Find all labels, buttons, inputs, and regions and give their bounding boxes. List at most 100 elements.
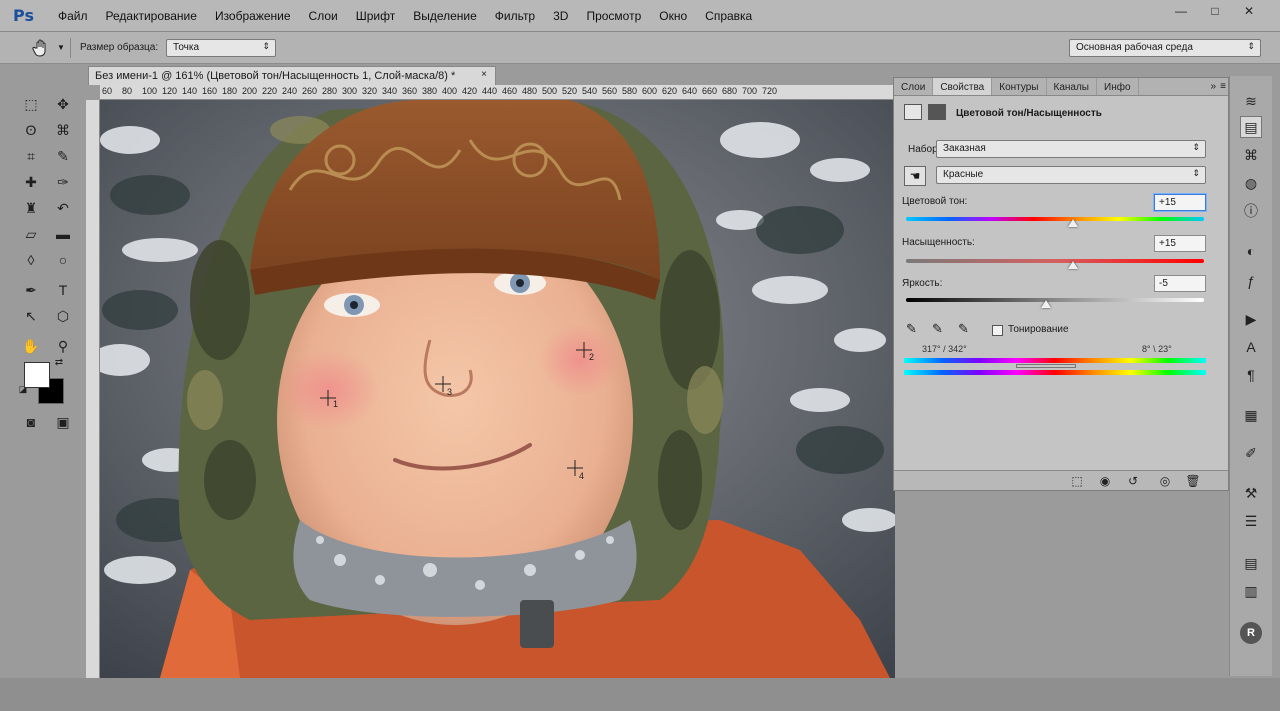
path-select-icon[interactable]: ↖ <box>18 305 44 327</box>
quick-mask-icon[interactable]: ◙ <box>18 411 44 433</box>
ruler-tick: 100 <box>142 86 158 96</box>
eyedropper-plus-icon[interactable]: ✎ <box>932 321 948 337</box>
tool-preset-caret-icon[interactable]: ▼ <box>57 43 65 52</box>
menu-image[interactable]: Изображение <box>215 9 291 23</box>
properties-icon[interactable]: ▤ <box>1240 116 1262 138</box>
tab-layers[interactable]: Слои <box>894 78 934 95</box>
trash-icon[interactable]: 🗑 <box>1184 473 1202 489</box>
brush-presets-icon[interactable]: ✐ <box>1240 442 1262 464</box>
divider <box>70 38 71 58</box>
maximize-button[interactable]: □ <box>1200 2 1230 20</box>
pen-tool-icon[interactable]: ✒ <box>18 279 44 301</box>
colorize-checkbox[interactable] <box>992 325 1003 336</box>
preset-select[interactable]: Заказная ⇕ <box>936 140 1206 158</box>
clip-to-layer-icon[interactable]: ⬚ <box>1068 473 1086 489</box>
clone-stamp-icon[interactable]: ♜ <box>18 197 44 219</box>
document-tab[interactable]: Без имени-1 @ 161% (Цветовой тон/Насыщен… <box>88 66 496 85</box>
marquee-tool-icon[interactable]: ⬚ <box>18 93 44 115</box>
history-brush-icon[interactable]: ↶ <box>50 197 76 219</box>
mixer-icon[interactable]: ☰ <box>1240 510 1262 532</box>
document-canvas[interactable]: 1 2 3 4 <box>100 100 895 678</box>
targeted-adjust-icon[interactable]: ☚ <box>904 166 926 186</box>
layers-icon[interactable]: ≋ <box>1240 90 1262 112</box>
paragraph-icon[interactable]: ¶ <box>1240 364 1262 386</box>
sample-size-select[interactable]: Точка ⇕ <box>166 39 276 57</box>
shape-tool-icon[interactable]: ⬡ <box>50 305 76 327</box>
channels-icon[interactable]: ◍ <box>1240 172 1262 194</box>
ruler-tick: 260 <box>302 86 318 96</box>
eyedropper-tool-icon[interactable]: ✎ <box>50 145 76 167</box>
reset-icon[interactable]: ↺ <box>1124 473 1142 489</box>
dodge-tool-icon[interactable]: ○ <box>50 249 76 271</box>
tab-info[interactable]: Инфо <box>1097 78 1139 95</box>
foreground-color-swatch[interactable] <box>24 362 50 388</box>
close-document-icon[interactable]: × <box>481 69 487 80</box>
lasso-tool-icon[interactable]: ʘ <box>18 119 44 141</box>
character-icon[interactable]: A <box>1240 336 1262 358</box>
swatches-icon[interactable]: ▦ <box>1240 404 1262 426</box>
tool-presets-icon[interactable]: ⚒ <box>1240 482 1262 504</box>
tab-channels[interactable]: Каналы <box>1047 78 1097 95</box>
blur-tool-icon[interactable]: ◊ <box>18 249 44 271</box>
brush-tool-icon[interactable]: ✑ <box>50 171 76 193</box>
healing-brush-icon[interactable]: ✚ <box>18 171 44 193</box>
more-tabs-icon[interactable]: » <box>1210 81 1216 92</box>
swap-colors-icon[interactable]: ⇄ <box>52 356 66 368</box>
type-tool-icon[interactable]: T <box>50 279 76 301</box>
menu-window[interactable]: Окно <box>659 9 687 23</box>
hue-value-field[interactable]: +15 <box>1154 194 1206 211</box>
visibility-eye-icon[interactable]: ◎ <box>1156 473 1174 489</box>
menu-help[interactable]: Справка <box>705 9 752 23</box>
workspace-select[interactable]: Основная рабочая среда ⇕ <box>1069 39 1261 57</box>
crop-tool-icon[interactable]: ⌗ <box>18 145 44 167</box>
menu-file[interactable]: Файл <box>58 9 88 23</box>
menu-view[interactable]: Просмотр <box>586 9 641 23</box>
quick-select-tool-icon[interactable]: ⌘ <box>50 119 76 141</box>
notes-icon[interactable]: ▤ <box>1240 552 1262 574</box>
lightness-slider-track[interactable] <box>906 298 1204 302</box>
menu-3d[interactable]: 3D <box>553 9 568 23</box>
hand-tool-icon[interactable] <box>32 39 50 57</box>
saturation-value-field[interactable]: +15 <box>1154 235 1206 252</box>
adjustments-icon[interactable]: ◐ <box>1240 240 1262 262</box>
move-tool-icon[interactable]: ✥ <box>50 93 76 115</box>
lightness-value-field[interactable]: -5 <box>1154 275 1206 292</box>
lightness-slider-thumb[interactable] <box>1041 300 1052 308</box>
zoom-tool-icon[interactable]: ⚲ <box>50 335 76 357</box>
history-icon[interactable]: ▥ <box>1240 580 1262 602</box>
eyedropper-icon[interactable]: ✎ <box>906 321 922 337</box>
info-icon[interactable]: ⓘ <box>1240 200 1262 222</box>
hand-tool-icon[interactable]: ✋ <box>18 335 44 357</box>
close-button[interactable]: ✕ <box>1234 2 1264 20</box>
hue-slider-thumb[interactable] <box>1067 219 1078 227</box>
ruler-tick: 580 <box>622 86 638 96</box>
eyedropper-minus-icon[interactable]: ✎ <box>958 321 974 337</box>
paths-icon[interactable]: ⌘ <box>1240 144 1262 166</box>
panel-menu-icon[interactable]: ≡ <box>1220 81 1226 92</box>
menu-edit[interactable]: Редактирование <box>106 9 197 23</box>
minimize-button[interactable]: — <box>1166 2 1196 20</box>
hue-label: Цветовой тон: <box>902 196 968 207</box>
gradient-tool-icon[interactable]: ▬ <box>50 223 76 245</box>
menu-layers[interactable]: Слои <box>309 9 338 23</box>
view-previous-icon[interactable]: ◉ <box>1096 473 1114 489</box>
range-slider[interactable] <box>1016 364 1076 368</box>
plugin-r-icon[interactable]: R <box>1240 622 1262 644</box>
actions-icon[interactable]: ▶ <box>1240 308 1262 330</box>
menu-filter[interactable]: Фильтр <box>495 9 535 23</box>
hue-slider-track[interactable] <box>906 217 1204 221</box>
tab-paths[interactable]: Контуры <box>992 78 1047 95</box>
colorize-label: Тонирование <box>1008 324 1069 335</box>
styles-icon[interactable]: ƒ <box>1240 270 1262 292</box>
saturation-slider-track[interactable] <box>906 259 1204 263</box>
eraser-tool-icon[interactable]: ▱ <box>18 223 44 245</box>
mask-icon[interactable] <box>928 104 946 120</box>
screen-mode-icon[interactable]: ▣ <box>50 411 76 433</box>
saturation-slider-thumb[interactable] <box>1067 261 1078 269</box>
menu-select[interactable]: Выделение <box>413 9 477 23</box>
ruler-tick: 460 <box>502 86 518 96</box>
channel-select[interactable]: Красные ⇕ <box>936 166 1206 184</box>
tab-properties[interactable]: Свойства <box>933 78 993 95</box>
menu-type[interactable]: Шрифт <box>356 9 395 23</box>
adjustment-icon[interactable] <box>904 104 922 120</box>
